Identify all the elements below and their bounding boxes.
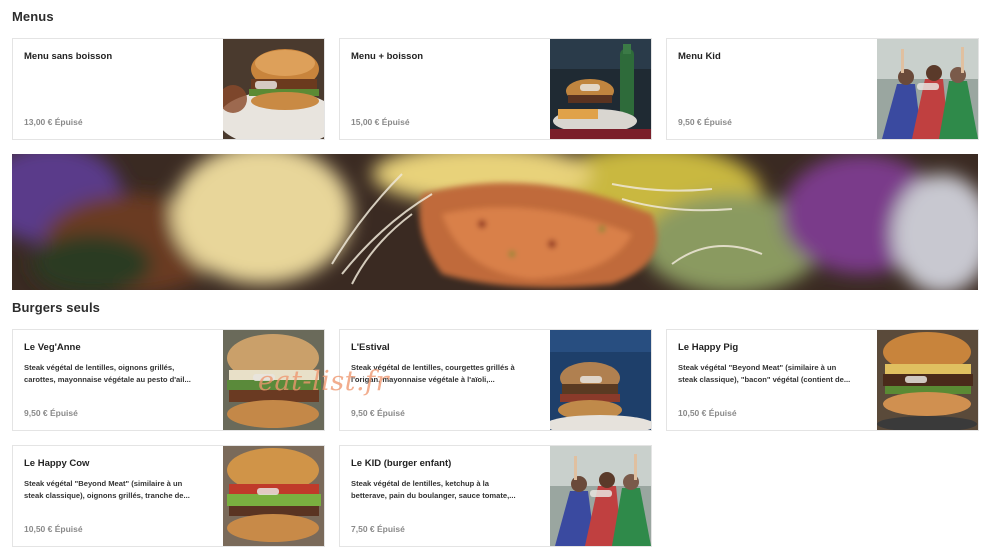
item-price: 15,00 € Épuisé bbox=[351, 117, 410, 127]
kids-superheroes-photo bbox=[550, 446, 651, 546]
item-price: 13,00 € Épuisé bbox=[24, 117, 83, 127]
item-description: Steak végétal de lentilles, ketchup à la… bbox=[351, 479, 516, 500]
burger-plate-photo bbox=[223, 39, 324, 139]
item-description: Steak végétal "Beyond Meat" (similaire à… bbox=[24, 479, 190, 500]
veggie-patty-banner-image bbox=[12, 154, 978, 290]
burger-card-happy-pig[interactable]: Le Happy Pig Steak végétal "Beyond Meat"… bbox=[666, 329, 979, 431]
item-price: 10,50 € Épuisé bbox=[678, 408, 737, 418]
burger-fries-drink-photo bbox=[550, 39, 651, 139]
item-name: Menu Kid bbox=[678, 51, 721, 62]
item-name: Le Happy Cow bbox=[24, 458, 90, 469]
item-name: Le Veg'Anne bbox=[24, 342, 81, 353]
item-description: Steak végétal de lentilles, oignons gril… bbox=[24, 363, 191, 384]
item-name: Menu + boisson bbox=[351, 51, 424, 62]
burger-card-happy-cow[interactable]: Le Happy Cow Steak végétal "Beyond Meat"… bbox=[12, 445, 325, 547]
item-name: Le KID (burger enfant) bbox=[351, 458, 452, 469]
kids-superheroes-photo bbox=[877, 39, 978, 139]
menu-card-plus-boisson[interactable]: Menu + boisson 15,00 € Épuisé bbox=[339, 38, 652, 140]
item-price: 9,50 € Épuisé bbox=[678, 117, 732, 127]
burgers-section-title: Burgers seuls bbox=[12, 300, 101, 315]
item-name: L'Estival bbox=[351, 342, 390, 353]
item-description: Steak végétal "Beyond Meat" (similaire à… bbox=[678, 363, 851, 384]
burger-lettuce-photo bbox=[223, 446, 324, 546]
item-price: 9,50 € Épuisé bbox=[351, 408, 405, 418]
item-name: Le Happy Pig bbox=[678, 342, 739, 353]
burger-closeup-photo bbox=[877, 330, 978, 430]
item-price: 7,50 € Épuisé bbox=[351, 524, 405, 534]
item-price: 9,50 € Épuisé bbox=[24, 408, 78, 418]
burger-card-kid[interactable]: Le KID (burger enfant) Steak végétal de … bbox=[339, 445, 652, 547]
watermark-text: eat-list.fr bbox=[258, 366, 390, 397]
menu-card-sans-boisson[interactable]: Menu sans boisson 13,00 € Épuisé bbox=[12, 38, 325, 140]
burger-chic-sign-photo bbox=[550, 330, 651, 430]
item-name: Menu sans boisson bbox=[24, 51, 113, 62]
item-price: 10,50 € Épuisé bbox=[24, 524, 83, 534]
menus-section-title: Menus bbox=[12, 9, 54, 24]
menu-card-kid[interactable]: Menu Kid 9,50 € Épuisé bbox=[666, 38, 979, 140]
